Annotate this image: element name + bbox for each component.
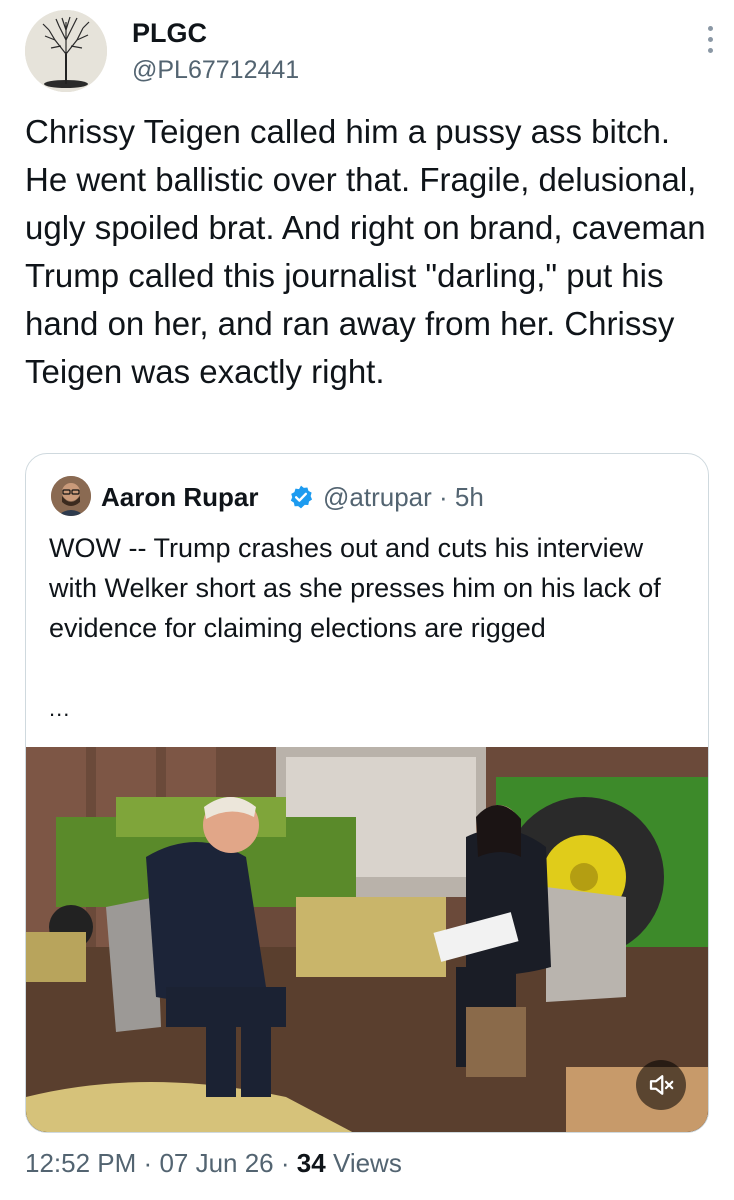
tweet-date[interactable]: 07 Jun 26 xyxy=(159,1148,273,1178)
mute-button[interactable] xyxy=(636,1060,686,1110)
tweet-header: PLGC @PL67712441 xyxy=(25,10,715,94)
tweet-meta: 12:52 PM · 07 Jun 26 · 34 Views xyxy=(25,1148,402,1179)
tweet-time[interactable]: 12:52 PM xyxy=(25,1148,136,1178)
author-handle[interactable]: @PL67712441 xyxy=(132,56,299,85)
barn-interview-scene xyxy=(26,747,708,1132)
quoted-tweet-ellipsis: ... xyxy=(49,696,71,721)
meta-separator: · xyxy=(280,1148,290,1178)
author-avatar[interactable] xyxy=(25,10,107,92)
author-name[interactable]: PLGC xyxy=(132,18,207,49)
views-label: Views xyxy=(332,1148,402,1178)
tweet-text: Chrissy Teigen called him a pussy ass bi… xyxy=(25,113,706,390)
quoted-tweet-text: WOW -- Trump crashes out and cuts his in… xyxy=(49,533,661,643)
meta-separator: · xyxy=(143,1148,153,1178)
video-thumbnail[interactable] xyxy=(26,747,708,1132)
quoted-author-name[interactable]: Aaron Rupar xyxy=(101,482,258,513)
more-options-icon[interactable] xyxy=(705,26,715,60)
views-count[interactable]: 34 xyxy=(297,1148,326,1178)
quoted-tweet[interactable]: Aaron Rupar @atrupar · 5h WOW -- Trump c… xyxy=(25,453,709,1133)
quoted-author-avatar[interactable] xyxy=(51,476,91,516)
speaker-muted-icon xyxy=(649,1075,674,1095)
bare-tree-icon xyxy=(25,10,107,92)
person-avatar-icon xyxy=(51,476,91,516)
verified-badge-icon xyxy=(290,485,313,509)
quoted-author-handle-time[interactable]: @atrupar · 5h xyxy=(323,482,484,513)
